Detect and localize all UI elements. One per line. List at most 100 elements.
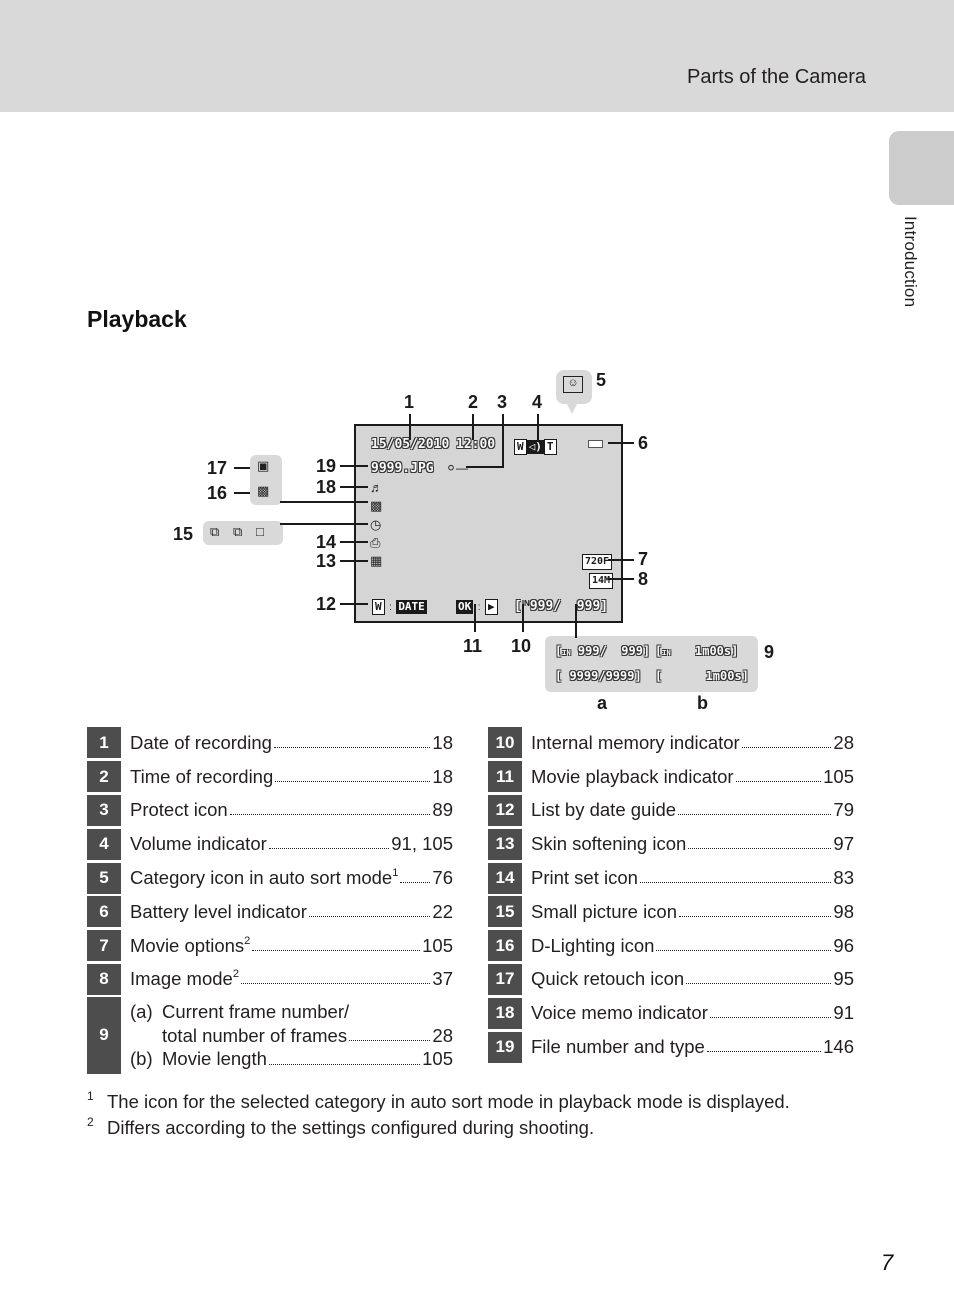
leader-dots: [656, 949, 832, 951]
leader-12: [340, 603, 368, 605]
leader-18: [340, 486, 368, 488]
legend-row-8: 8 Image mode2 37: [87, 963, 453, 997]
d-lighting-indicator-icon: ▩: [370, 498, 383, 513]
w-key-icon: W: [372, 599, 385, 615]
callout-12: 12: [316, 594, 337, 614]
item-label: Skin softening icon: [531, 833, 687, 855]
leader-dots: [678, 814, 832, 816]
item-9b-page[interactable]: 105: [422, 1047, 453, 1071]
callout-9: 9: [764, 642, 775, 662]
quick-retouch-icon: ▣: [257, 458, 270, 473]
page-reference[interactable]: 18: [432, 766, 453, 788]
callout-10: 10: [511, 636, 532, 656]
page-reference[interactable]: 91, 105: [391, 833, 453, 855]
callout-1: 1: [404, 392, 415, 412]
item-label: Voice memo indicator: [531, 1002, 708, 1024]
item-number: 14: [488, 862, 522, 894]
callout-17: 17: [207, 458, 228, 478]
section-title: Playback: [87, 306, 187, 332]
callout-18: 18: [316, 477, 337, 497]
callout-13: 13: [316, 551, 337, 571]
callout-19: 19: [316, 456, 337, 476]
callout-4: 4: [532, 392, 543, 412]
item-label: Date of recording: [130, 731, 272, 753]
legend-row-9: 9 (a) Current frame number/ total number …: [87, 996, 453, 1074]
label-b: b: [697, 693, 708, 713]
item-number: 17: [488, 963, 522, 995]
legend-row-14: 14 Print set icon 83: [488, 861, 854, 895]
item-label: File number and type: [531, 1036, 705, 1058]
leader-1: [409, 414, 411, 440]
item-number: 15: [488, 896, 522, 928]
leader-dots: [240, 983, 431, 985]
page-reference[interactable]: 96: [833, 935, 854, 957]
legend-row-10: 10 Internal memory indicator 28: [488, 726, 854, 760]
page-reference[interactable]: 89: [432, 799, 453, 821]
item-label: Battery level indicator: [130, 900, 307, 922]
item-number: 12: [488, 794, 522, 826]
leader-dots: [735, 780, 822, 782]
image-mode-badge: 14M: [589, 573, 614, 589]
item-number: 5: [87, 862, 121, 894]
legend-row-19: 19 File number and type 146: [488, 1030, 854, 1064]
page-reference[interactable]: 105: [823, 766, 854, 788]
leader-16: [234, 492, 250, 494]
small-picture-indicator-icon: ◷: [370, 517, 382, 532]
leader-16b: [280, 501, 368, 503]
leader-dots: [229, 814, 431, 816]
movie-playback-indicator: OK : ▶: [456, 597, 498, 615]
item-label: Volume indicator: [130, 833, 267, 855]
leader-3h: [466, 466, 504, 468]
leader-dots: [275, 780, 431, 782]
leader-14: [340, 541, 368, 543]
legend-row-16: 16 D-Lighting icon 96: [488, 929, 854, 963]
page-reference[interactable]: 95: [833, 968, 854, 990]
frame-count-readout-sd: [ 9999/9999]: [555, 669, 642, 683]
volume-indicator: W ◁) T: [514, 437, 557, 455]
legend-row-4: 4 Volume indicator 91, 105: [87, 827, 453, 861]
header-title: Parts of the Camera: [687, 66, 866, 88]
small-picture-icon-medium: ⧉: [233, 524, 243, 539]
category-icon: ☺: [563, 376, 583, 393]
page-reference[interactable]: 83: [833, 867, 854, 889]
item-9a-page[interactable]: 28: [432, 1024, 453, 1048]
callout-5: 5: [596, 370, 607, 390]
movie-length-readout-sd: [ 1m00s]: [655, 669, 749, 683]
section-tab-label: Introduction: [901, 216, 920, 308]
page-reference[interactable]: 37: [432, 968, 453, 990]
item-label: Movie options2: [130, 934, 251, 956]
page-reference[interactable]: 91: [833, 1002, 854, 1024]
key-icon: ⚪—: [446, 461, 469, 475]
page-reference[interactable]: 22: [432, 901, 453, 923]
section-tab[interactable]: [889, 131, 954, 205]
callout-14: 14: [316, 532, 337, 552]
page-reference[interactable]: 98: [833, 901, 854, 923]
print-set-icon: ⎙: [370, 535, 381, 550]
page-reference[interactable]: 79: [833, 799, 854, 821]
d-lighting-icon: ▩: [257, 483, 270, 498]
leader-6: [608, 442, 634, 444]
small-picture-icon-large: ⧉: [210, 524, 220, 539]
item-number: 16: [488, 930, 522, 962]
page-reference[interactable]: 76: [432, 867, 453, 889]
leader-dots: [688, 848, 832, 850]
page-reference[interactable]: 146: [823, 1036, 854, 1058]
item-label: D-Lighting icon: [531, 934, 655, 956]
footnote-ref: 1: [392, 867, 399, 880]
counter-panel: [IN 999/ 999] [IN 1m00s] [ 9999/9999] [ …: [545, 636, 758, 692]
page-reference[interactable]: 28: [833, 732, 854, 754]
page-reference[interactable]: 18: [432, 732, 453, 754]
leader-dots: [252, 949, 421, 951]
leader-13: [340, 560, 368, 562]
page-reference[interactable]: 105: [422, 935, 453, 957]
legend-row-2: 2 Time of recording 18: [87, 760, 453, 794]
item-label: Print set icon: [531, 867, 638, 889]
ok-key-icon: OK: [456, 600, 474, 614]
callout-11: 11: [463, 636, 483, 656]
small-picture-icon-small: □: [256, 524, 264, 539]
file-number-readout: 9999.JPG: [371, 461, 434, 476]
item-label: Time of recording: [130, 765, 274, 787]
page-reference[interactable]: 97: [833, 833, 854, 855]
leader-dots: [400, 882, 431, 884]
callout-6: 6: [638, 433, 649, 453]
